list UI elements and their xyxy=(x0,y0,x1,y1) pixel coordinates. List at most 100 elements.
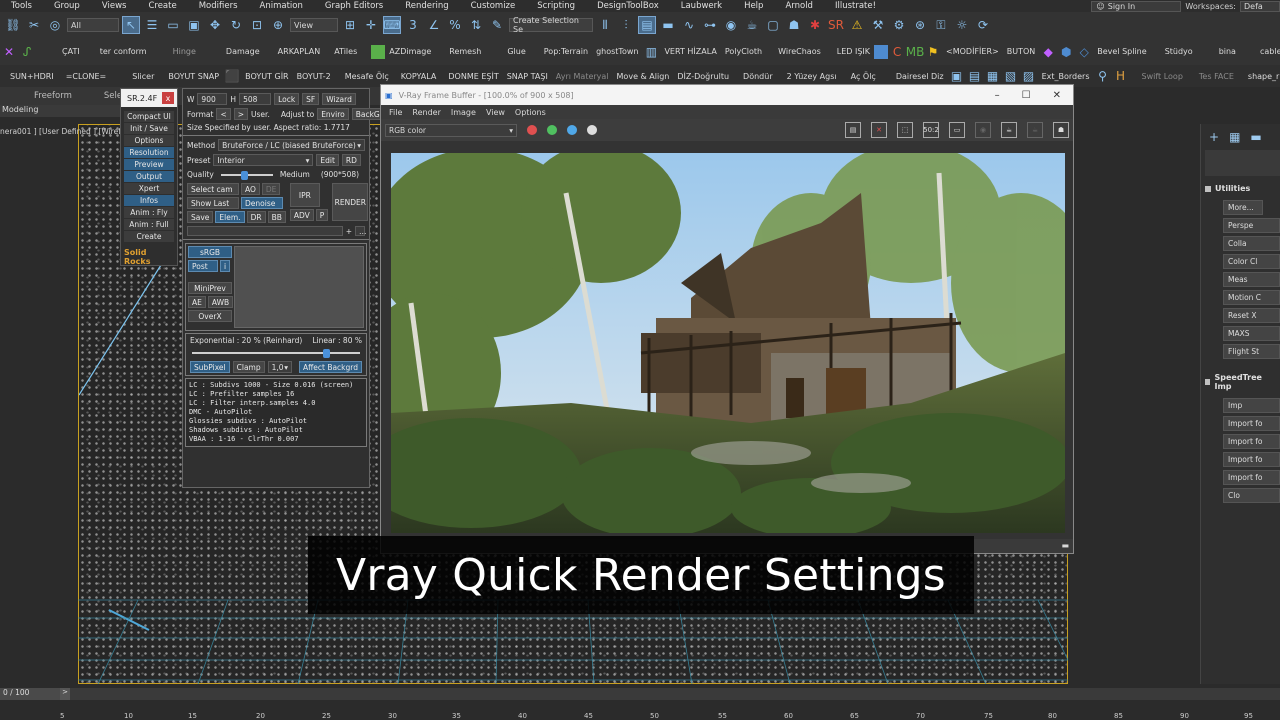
snap-3d-icon[interactable]: 3 xyxy=(404,16,422,34)
rd-button[interactable]: RD xyxy=(341,154,361,166)
ratio-icon[interactable]: 50:2 xyxy=(923,122,939,138)
track-mouse-icon[interactable]: ▭ xyxy=(949,122,965,138)
speedtree-import-for-button[interactable]: Import fo xyxy=(1223,470,1280,485)
sync-icon[interactable]: ⟳ xyxy=(974,16,992,34)
spinner-snap-icon[interactable]: ⇅ xyxy=(467,16,485,34)
mesafe-olc-button[interactable]: Mesafe Ölç xyxy=(335,72,393,81)
menu-tools[interactable]: Tools xyxy=(0,1,43,11)
speedtree-import-for-button[interactable]: Import fo xyxy=(1223,416,1280,431)
bb-button[interactable]: BB xyxy=(267,211,286,223)
menu-views[interactable]: Views xyxy=(91,1,138,11)
azdimage-button[interactable]: AZDimage xyxy=(385,47,435,56)
mini-preview-area[interactable] xyxy=(234,246,364,328)
swift-loop-button[interactable]: Swift Loop xyxy=(1130,72,1187,81)
named-selection-dropdown[interactable]: Create Selection Se xyxy=(509,16,593,34)
kopyala-button[interactable]: KOPYALA xyxy=(393,72,441,81)
menu-designtoolbox[interactable]: DesignToolBox xyxy=(586,1,670,11)
clone-button[interactable]: =CLONE= xyxy=(58,72,111,81)
tool-c-icon[interactable]: ▦ xyxy=(984,67,1002,85)
rendered-image[interactable] xyxy=(391,153,1065,533)
rect-selection-icon[interactable]: ▭ xyxy=(164,16,182,34)
compact-ui-button[interactable]: Compact UI xyxy=(124,111,174,122)
diz-dogrultu-button[interactable]: DİZ-Doğrultu xyxy=(673,72,733,81)
menu-scripting[interactable]: Scripting xyxy=(526,1,586,11)
mirror-icon[interactable]: ⫴ xyxy=(596,16,614,34)
post-button[interactable]: Post xyxy=(188,260,218,272)
speedtree-import-button[interactable]: Imp xyxy=(1223,398,1280,413)
next-frame-icon[interactable]: > xyxy=(60,688,70,700)
options-button[interactable]: Options xyxy=(124,135,174,146)
backg-button[interactable]: BackG xyxy=(351,108,384,120)
exposure-slider[interactable] xyxy=(192,349,360,358)
cube-icon[interactable]: ⬛ xyxy=(223,67,241,85)
edit-button[interactable]: Edit xyxy=(316,154,339,166)
menu-illustrate[interactable]: Illustrate! xyxy=(824,1,887,11)
viewport-label[interactable]: nera001 ] [User Defined ] [Wirefr xyxy=(0,127,124,136)
height-input[interactable]: 508 xyxy=(239,93,272,105)
clamp-button[interactable]: Clamp xyxy=(232,361,265,373)
create-tab-icon[interactable]: + xyxy=(1209,130,1219,144)
render-production-icon[interactable]: ☗ xyxy=(785,16,803,34)
resolution-button[interactable]: Resolution xyxy=(124,147,174,158)
percent-snap-icon[interactable]: % xyxy=(446,16,464,34)
edit-named-selection-icon[interactable]: ✎ xyxy=(488,16,506,34)
window-crossing-icon[interactable]: ▣ xyxy=(185,16,203,34)
awb-button[interactable]: AWB xyxy=(207,296,234,308)
alpha-channel-icon[interactable] xyxy=(587,125,597,135)
move-align-button[interactable]: Move & Align xyxy=(613,72,674,81)
placement-icon[interactable]: ⊕ xyxy=(269,16,287,34)
close-x-icon[interactable]: ✕ xyxy=(0,43,18,61)
pivot-icon[interactable]: ⊞ xyxy=(341,16,359,34)
slider-knob[interactable] xyxy=(323,349,331,358)
polycloth-button[interactable]: PolyCloth xyxy=(721,47,766,56)
menu-modifiers[interactable]: Modifiers xyxy=(188,1,249,11)
tool-icon[interactable]: ⚒ xyxy=(869,16,887,34)
preview-button[interactable]: Preview xyxy=(124,159,174,170)
ipr-button[interactable]: IPR xyxy=(289,183,320,207)
close-icon[interactable]: x xyxy=(162,92,174,104)
create-button[interactable]: Create xyxy=(124,231,174,242)
boyut-gir-button[interactable]: BOYUT GİR xyxy=(241,72,293,81)
modeling-tab[interactable]: Modeling xyxy=(0,105,120,117)
green-channel-icon[interactable] xyxy=(547,125,557,135)
workspaces-dropdown[interactable]: Defa xyxy=(1240,0,1280,12)
xpert-button[interactable]: Xpert xyxy=(124,183,174,194)
ao-button[interactable]: AO xyxy=(241,183,260,195)
save-image-icon[interactable]: ▤ xyxy=(845,122,861,138)
utility-collapse-button[interactable]: Colla xyxy=(1223,236,1280,251)
adv-button[interactable]: ADV xyxy=(289,209,314,221)
ghosttown-button[interactable]: ghostTown xyxy=(592,47,642,56)
utility-color-clip-button[interactable]: Color Cl xyxy=(1223,254,1280,269)
vfb-menu-file[interactable]: File xyxy=(389,108,402,117)
speedtree-rollout-header[interactable]: SpeedTree Imp xyxy=(1201,369,1280,395)
sun-hdri-button[interactable]: SUN+HDRI xyxy=(0,72,58,81)
snap-tasi-button[interactable]: SNAP TAŞI xyxy=(503,72,552,81)
tab-freeform[interactable]: Freeform xyxy=(0,91,88,101)
de-button[interactable]: DE xyxy=(261,183,281,195)
init-save-button[interactable]: Init / Save xyxy=(124,123,174,134)
cati-button[interactable]: ÇATI xyxy=(36,47,84,56)
enviro-button[interactable]: Enviro xyxy=(317,108,349,120)
bevel-spline-icon[interactable]: ◇ xyxy=(1075,43,1093,61)
vfb-menu-view[interactable]: View xyxy=(486,108,505,117)
rendered-frame-icon[interactable]: ▢ xyxy=(764,16,782,34)
curve-editor-icon[interactable]: ∿ xyxy=(680,16,698,34)
ae-button[interactable]: AE xyxy=(188,296,206,308)
schematic-view-icon[interactable]: ⊶ xyxy=(701,16,719,34)
show-last-button[interactable]: Show Last xyxy=(187,197,239,209)
hinge-button[interactable]: Hinge xyxy=(151,47,200,56)
wirechaos-button[interactable]: WireChaos xyxy=(766,47,825,56)
menu-group[interactable]: Group xyxy=(43,1,91,11)
srgb-button[interactable]: sRGB xyxy=(188,246,232,258)
tool-e-icon[interactable]: ▨ xyxy=(1020,67,1038,85)
miniprev-button[interactable]: MiniPrev xyxy=(188,282,232,294)
lock-icon[interactable]: ⚿ xyxy=(932,16,950,34)
anim-full-button[interactable]: Anim : Full xyxy=(124,219,174,230)
channel-dropdown[interactable]: RGB color ▾ xyxy=(385,123,517,137)
denoise-button[interactable]: Denoise xyxy=(241,197,283,209)
clamp-value-input[interactable]: 1,0 ▾ xyxy=(267,361,292,373)
warning-icon[interactable]: ⚠ xyxy=(848,16,866,34)
led-isik-button[interactable]: LED IŞIK xyxy=(825,47,874,56)
format-prev-icon[interactable]: < xyxy=(216,108,231,120)
speedtree-close-button[interactable]: Clo xyxy=(1223,488,1280,503)
